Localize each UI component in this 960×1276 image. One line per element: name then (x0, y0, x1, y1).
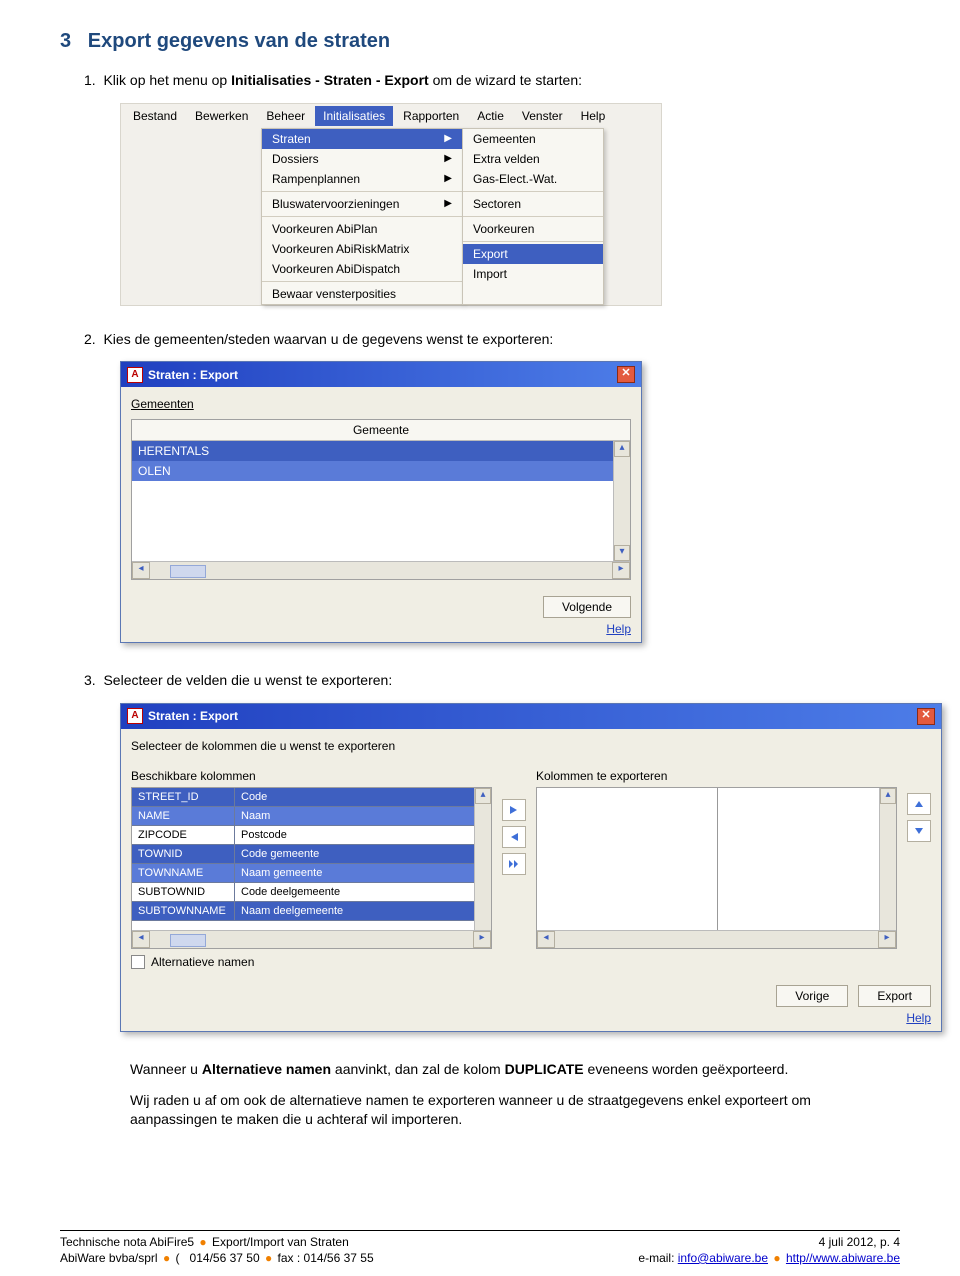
window-icon: A (127, 708, 143, 724)
export-columns-list[interactable]: ▴▾ ◂▸ (536, 787, 897, 949)
menu-beheer[interactable]: Beheer (258, 106, 313, 126)
page-footer: Technische nota AbiFire5 ● Export/Import… (60, 1230, 900, 1266)
dd-item-voorkeuren-abiriskmatrix[interactable]: Voorkeuren AbiRiskMatrix (262, 239, 462, 259)
dialog-prompt: Selecteer de kolommen die u wenst te exp… (131, 739, 931, 753)
dd-item-bluswater[interactable]: Bluswatervoorzieningen▶ (262, 194, 462, 214)
horizontal-scrollbar[interactable]: ◂▸ (537, 930, 896, 948)
dialog-title: Straten : Export (148, 368, 238, 382)
section-heading: 3 Export gegevens van de straten (60, 30, 900, 53)
tab-gemeenten[interactable]: Gemeenten (131, 397, 194, 411)
step-2: 2. Kies de gemeenten/steden waarvan u de… (84, 330, 900, 350)
move-down-button[interactable] (907, 820, 931, 842)
scroll-up-icon[interactable]: ▴ (614, 441, 630, 457)
footer-left: Technische nota AbiFire5 ● Export/Import… (60, 1234, 374, 1266)
dialog-columns: A Straten : Export ✕ Selecteer de kolomme… (120, 703, 942, 1032)
menubar: Bestand Bewerken Beheer Initialisaties R… (121, 104, 661, 128)
column-row: TOWNNAMENaam gemeente (132, 864, 491, 883)
dd-item-voorkeuren-abidispatch[interactable]: Voorkeuren AbiDispatch (262, 259, 462, 279)
dd2-gemeenten[interactable]: Gemeenten (463, 129, 603, 149)
add-column-button[interactable] (502, 799, 526, 821)
volgende-button[interactable]: Volgende (543, 596, 631, 618)
dd2-extra-velden[interactable]: Extra velden (463, 149, 603, 169)
dd2-gas-elect-wat[interactable]: Gas-Elect.-Wat. (463, 169, 603, 189)
close-button[interactable]: ✕ (917, 708, 935, 725)
remove-column-button[interactable] (502, 826, 526, 848)
available-columns-label: Beschikbare kolommen (131, 769, 492, 783)
column-row: SUBTOWNIDCode deelgemeente (132, 883, 491, 902)
dialog-title: Straten : Export (148, 709, 238, 723)
step-3: 3. Selecteer de velden die u wenst te ex… (84, 671, 900, 691)
column-row: NAMENaam (132, 807, 491, 826)
gemeenten-list[interactable]: Gemeente HERENTALS OLEN ▴ ▾ ◂ ▸ (131, 419, 631, 580)
menu-help[interactable]: Help (573, 106, 614, 126)
step-1: 1. Klik op het menu op Initialisaties - … (84, 71, 900, 91)
export-button[interactable]: Export (858, 985, 931, 1007)
dropdown-straten: Gemeenten Extra velden Gas-Elect.-Wat. S… (462, 128, 604, 305)
chevron-right-icon: ▶ (444, 198, 452, 209)
dd2-export[interactable]: Export (463, 244, 603, 264)
vorige-button[interactable]: Vorige (776, 985, 848, 1007)
help-link[interactable]: Help (906, 1011, 931, 1025)
available-columns-list[interactable]: STREET_IDCode NAMENaam ZIPCODEPostcode T… (131, 787, 492, 949)
website-link[interactable]: http//www.abiware.be (786, 1251, 900, 1265)
dd2-import[interactable]: Import (463, 264, 603, 284)
section-number: 3 (60, 30, 71, 52)
dd2-sectoren[interactable]: Sectoren (463, 194, 603, 214)
dropdown-initialisaties: Straten▶ Dossiers▶ Rampenplannen▶ Bluswa… (261, 128, 463, 305)
section-title: Export gegevens van de straten (88, 30, 390, 52)
dialog-titlebar: A Straten : Export ✕ (121, 362, 641, 387)
scroll-thumb[interactable] (170, 565, 206, 578)
column-row: ZIPCODEPostcode (132, 826, 491, 845)
window-icon: A (127, 367, 143, 383)
menu-screenshot: Bestand Bewerken Beheer Initialisaties R… (120, 103, 662, 306)
dd2-voorkeuren[interactable]: Voorkeuren (463, 219, 603, 239)
scroll-left-icon[interactable]: ◂ (132, 562, 150, 579)
add-all-columns-button[interactable] (502, 853, 526, 875)
info-paragraph-1: Wanneer u Alternatieve namen aanvinkt, d… (130, 1060, 900, 1079)
menu-venster[interactable]: Venster (514, 106, 571, 126)
menu-bestand[interactable]: Bestand (125, 106, 185, 126)
dd-item-dossiers[interactable]: Dossiers▶ (262, 149, 462, 169)
menu-actie[interactable]: Actie (469, 106, 512, 126)
move-up-button[interactable] (907, 793, 931, 815)
footer-right: 4 juli 2012, p. 4 e-mail: info@abiware.b… (638, 1234, 900, 1266)
vertical-scrollbar[interactable]: ▴ ▾ (613, 441, 630, 561)
email-link[interactable]: info@abiware.be (678, 1251, 768, 1265)
chevron-right-icon: ▶ (444, 133, 452, 144)
scroll-up-icon: ▴ (475, 788, 491, 804)
chevron-right-icon: ▶ (444, 173, 452, 184)
list-row[interactable]: OLEN (132, 461, 630, 481)
column-row: SUBTOWNNAMENaam deelgemeente (132, 902, 491, 921)
horizontal-scrollbar[interactable]: ◂▸ (132, 930, 491, 948)
horizontal-scrollbar[interactable]: ◂ ▸ (132, 561, 630, 579)
dialog-gemeenten: A Straten : Export ✕ Gemeenten Gemeente H… (120, 361, 642, 643)
menu-rapporten[interactable]: Rapporten (395, 106, 467, 126)
chevron-right-icon: ▶ (444, 153, 452, 164)
scroll-right-icon[interactable]: ▸ (612, 562, 630, 579)
menu-bewerken[interactable]: Bewerken (187, 106, 256, 126)
list-row[interactable]: HERENTALS (132, 441, 630, 461)
vertical-scrollbar[interactable]: ▴▾ (879, 788, 896, 948)
column-row: STREET_IDCode (132, 788, 491, 807)
dd-item-bewaar-vensterposities[interactable]: Bewaar vensterposities (262, 284, 462, 304)
dd-item-voorkeuren-abiplan[interactable]: Voorkeuren AbiPlan (262, 219, 462, 239)
dd-item-straten[interactable]: Straten▶ (262, 129, 462, 149)
export-columns-label: Kolommen te exporteren (536, 769, 897, 783)
menu-path: Initialisaties - Straten - Export (231, 72, 429, 88)
dd-item-rampenplannen[interactable]: Rampenplannen▶ (262, 169, 462, 189)
dialog-titlebar: A Straten : Export ✕ (121, 704, 941, 729)
close-button[interactable]: ✕ (617, 366, 635, 383)
column-header-gemeente: Gemeente (132, 420, 630, 441)
alternatieve-namen-checkbox[interactable]: Alternatieve namen (131, 955, 931, 969)
scroll-down-icon[interactable]: ▾ (614, 545, 630, 561)
help-link[interactable]: Help (606, 622, 631, 636)
checkbox-icon[interactable] (131, 955, 145, 969)
info-paragraph-2: Wij raden u af om ook de alternatieve na… (130, 1091, 900, 1129)
column-row: TOWNIDCode gemeente (132, 845, 491, 864)
vertical-scrollbar[interactable]: ▴▾ (474, 788, 491, 948)
menu-initialisaties[interactable]: Initialisaties (315, 106, 393, 126)
